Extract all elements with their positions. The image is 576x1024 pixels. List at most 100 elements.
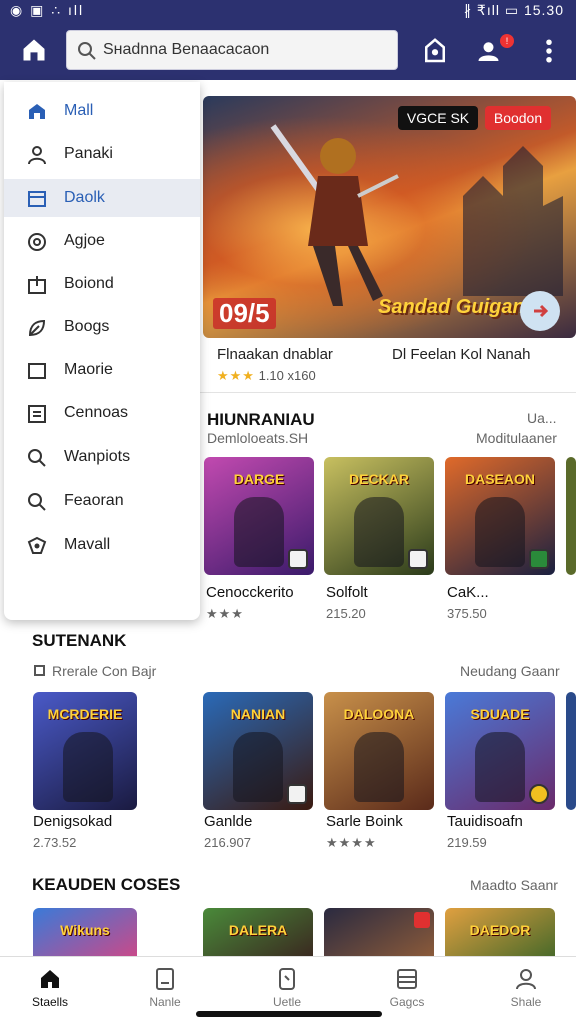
game-name[interactable]: CaK... (447, 584, 489, 601)
target-icon (28, 233, 46, 251)
search-input[interactable] (103, 37, 388, 63)
hero-badge: VGCE SK (398, 106, 478, 130)
drawer-item-boogs[interactable]: Boogs (4, 308, 200, 346)
hero-caption-secondary[interactable]: Dl Feelan Kol Nanah (392, 346, 530, 363)
status-left: ◉ ▣ ∴ ıll (10, 2, 85, 18)
hero-caption[interactable]: Flnaakan dnablar (217, 346, 333, 363)
game-name[interactable]: Denigsokad (33, 813, 112, 830)
hero-banner[interactable]: VGCE SK Boodon 09/5 Sandad Guiganw (203, 96, 576, 338)
character-art (354, 732, 404, 802)
tile-title: DALOONA (343, 706, 415, 722)
drawer-item-label: Maorie (64, 361, 113, 378)
game-tile[interactable]: SDUADE (445, 692, 555, 810)
game-tile[interactable] (324, 908, 434, 956)
game-tile[interactable]: DASEAON (445, 457, 555, 575)
search-icon (78, 42, 96, 60)
drawer-item-boiond[interactable]: Boiond (4, 265, 200, 303)
hero-action-badge[interactable]: Boodon (485, 106, 551, 130)
section-subtitle: Rrerale Con Bajr (52, 663, 157, 679)
game-meta: 215.20 (326, 606, 366, 621)
badge-icon (529, 549, 549, 569)
section-subtitle: Demloloeats.SH (207, 430, 309, 446)
drawer-item-label: Daolk (64, 189, 105, 206)
tile-title: SDUADE (470, 706, 530, 722)
game-meta: 2.73.52 (33, 835, 77, 850)
character-art (475, 732, 525, 802)
coin-icon (529, 784, 549, 804)
tag-icon (414, 912, 430, 928)
game-tile-partial[interactable] (566, 692, 576, 810)
rating-stars: ★★★ (217, 368, 255, 383)
drawer-item-label: Agjoe (64, 232, 105, 249)
leaf-icon (28, 319, 46, 337)
game-rating: ★★★★ (326, 835, 377, 850)
drawer-item-label: Mall (64, 102, 94, 119)
section-more-link[interactable]: Maadto Saanr (470, 877, 558, 893)
hero-rank: 09/5 (213, 298, 276, 329)
drawer-item-cennoas[interactable]: Cennoas (4, 394, 200, 432)
game-tile[interactable]: Wikuns (33, 908, 137, 956)
drawer-item-label: Boogs (64, 318, 110, 335)
game-tile[interactable]: DALERA (203, 908, 313, 956)
controller-icon (288, 549, 308, 569)
game-tile[interactable]: DARGE (204, 457, 314, 575)
hero-rating-value: 1.10 x160 (258, 368, 316, 383)
controller-icon (408, 549, 428, 569)
bag-icon[interactable] (420, 36, 450, 66)
tile-title: Wikuns (60, 922, 110, 938)
nav-item-shale[interactable]: Shale (476, 957, 576, 1017)
drawer-item-feaoran[interactable]: Feaoran (4, 482, 200, 520)
section-more-link[interactable]: Moditulaaner (476, 430, 557, 446)
drawer-item-wanpiots[interactable]: Wanpiots (4, 438, 200, 476)
game-tile[interactable]: DALOONA (324, 692, 434, 810)
drawer-item-mall[interactable]: Mall (4, 92, 200, 130)
search-icon (28, 449, 46, 467)
nav-item-nanle[interactable]: Nanle (115, 957, 215, 1017)
person-icon (28, 146, 46, 165)
warrior-illustration (270, 124, 399, 306)
game-name[interactable]: Sarle Boink (326, 813, 403, 830)
search-bar[interactable] (66, 30, 398, 70)
controller-icon (287, 784, 307, 804)
section-more-top[interactable]: Ua... (527, 410, 557, 426)
drawer-item-maorie[interactable]: Maorie (4, 351, 200, 389)
nav-item-label: Staells (31, 995, 69, 1009)
user-icon (516, 969, 536, 990)
game-tile[interactable]: DECKAR (324, 457, 434, 575)
game-name[interactable]: Solfolt (326, 584, 368, 601)
game-tile-partial[interactable] (566, 457, 576, 575)
nav-item-uetle[interactable]: Uetle (237, 957, 337, 1017)
drawer-item-panaki[interactable]: Panaki (4, 135, 200, 173)
drawer-item-mavall[interactable]: Mavall (4, 526, 200, 564)
checkbox-icon[interactable] (34, 665, 45, 676)
status-bar: ◉ ▣ ∴ ıll ∦ ₹ıll ▭ 15.30 (0, 0, 576, 22)
nav-item-gagcs[interactable]: Gagcs (357, 957, 457, 1017)
drawer-item-label: Panaki (64, 145, 113, 162)
castle-silhouette (463, 146, 563, 296)
drawer-item-label: Boiond (64, 275, 114, 292)
drawer-item-daolk[interactable]: Daolk (4, 179, 200, 217)
home-icon[interactable] (20, 36, 48, 64)
game-tile[interactable]: DAEDOR (445, 908, 555, 956)
game-name[interactable]: Cenocckerito (206, 584, 294, 601)
character-art (63, 732, 113, 802)
game-name[interactable]: Tauidisoafn (447, 813, 523, 830)
bookmark-card-icon (28, 191, 46, 207)
tile-title: DALERA (228, 922, 288, 938)
character-art (234, 497, 284, 567)
hero-rating: ★★★ 1.10 x160 (217, 368, 316, 384)
drawer-item-label: Feaoran (64, 492, 124, 509)
home-indicator[interactable] (196, 1011, 382, 1017)
section-more-link[interactable]: Neudang Gaanr (460, 663, 560, 679)
hero-next-button[interactable] (520, 291, 560, 331)
navigation-drawer: Mall Panaki Daolk Agjoe Boiond Boogs Mao… (4, 82, 200, 620)
character-art (354, 497, 404, 567)
nav-item-staells[interactable]: Staells (0, 957, 100, 1017)
game-name[interactable]: Ganlde (204, 813, 252, 830)
game-tile[interactable]: NANIAN (203, 692, 313, 810)
tile-title: DAEDOR (469, 922, 531, 938)
search-icon (28, 493, 46, 511)
drawer-item-agjoe[interactable]: Agjoe (4, 222, 200, 260)
game-tile[interactable]: MCRDERIE (33, 692, 137, 810)
more-vert-icon[interactable] (534, 36, 564, 66)
